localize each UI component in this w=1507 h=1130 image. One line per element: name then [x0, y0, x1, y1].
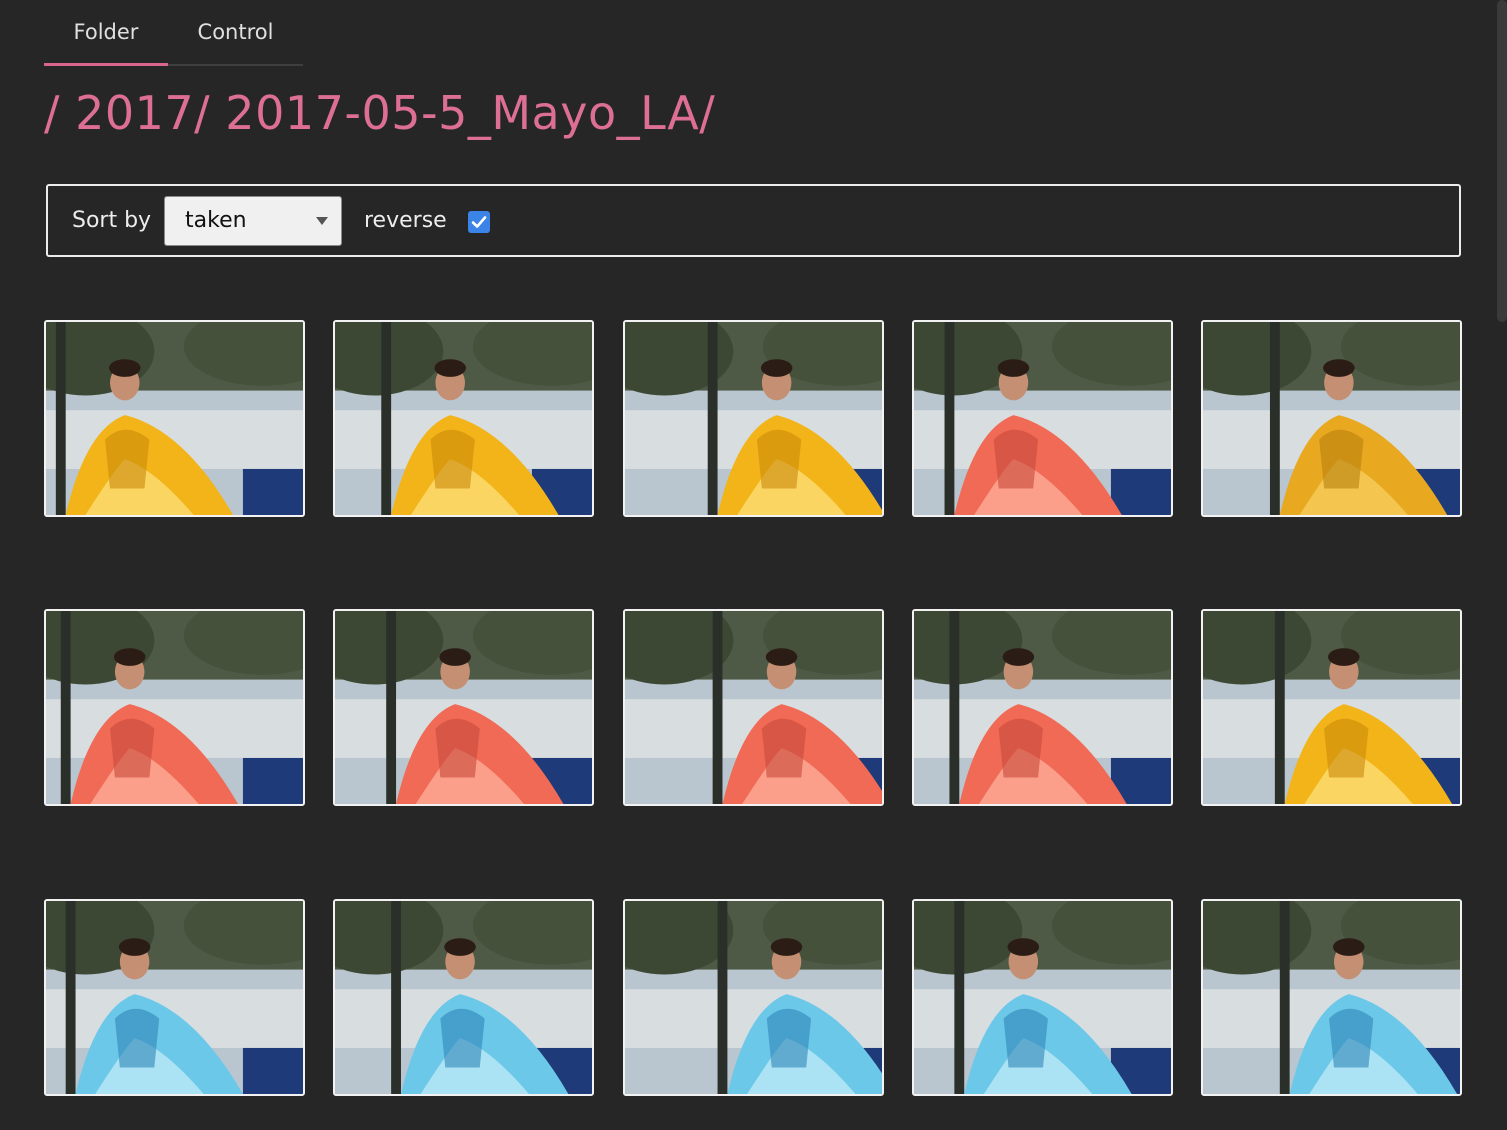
photo-thumbnail[interactable]	[333, 320, 594, 517]
photo-thumbnail[interactable]	[1201, 899, 1462, 1096]
tab-bar: Folder Control	[44, 0, 303, 66]
photo-thumbnail[interactable]	[1201, 609, 1462, 806]
tab-folder[interactable]: Folder	[44, 0, 168, 66]
reverse-checkbox[interactable]	[468, 211, 490, 233]
photo-thumbnail[interactable]	[1201, 320, 1462, 517]
photo-thumbnail[interactable]	[623, 899, 884, 1096]
tab-control[interactable]: Control	[168, 0, 303, 64]
photo-image	[46, 322, 303, 515]
sort-toolbar: Sort by taken reverse	[46, 184, 1461, 257]
photo-image	[46, 901, 303, 1094]
photo-thumbnail[interactable]	[623, 320, 884, 517]
photo-image	[335, 901, 592, 1094]
reverse-label: reverse	[364, 208, 447, 233]
photo-thumbnail[interactable]	[333, 609, 594, 806]
folder-path-breadcrumb: / 2017/ 2017-05-5_Mayo_LA/	[44, 86, 716, 140]
photo-image	[1203, 322, 1460, 515]
photo-image	[1203, 901, 1460, 1094]
photo-thumbnail[interactable]	[912, 320, 1173, 517]
sort-by-label: Sort by	[72, 208, 152, 233]
photo-thumbnail[interactable]	[623, 609, 884, 806]
scrollbar[interactable]	[1497, 0, 1507, 322]
checkmark-icon	[471, 216, 487, 228]
photo-image	[335, 322, 592, 515]
sort-select[interactable]: taken	[164, 196, 342, 246]
sort-select-value: taken	[185, 208, 247, 233]
photo-image	[914, 611, 1171, 804]
photo-image	[914, 322, 1171, 515]
photo-thumbnail[interactable]	[333, 899, 594, 1096]
chevron-down-icon	[316, 217, 328, 225]
photo-image	[625, 901, 882, 1094]
photo-image	[46, 611, 303, 804]
photo-image	[914, 901, 1171, 1094]
photo-thumbnail[interactable]	[44, 609, 305, 806]
photo-image	[1203, 611, 1460, 804]
photo-thumbnail[interactable]	[912, 899, 1173, 1096]
photo-thumbnail[interactable]	[912, 609, 1173, 806]
photo-image	[335, 611, 592, 804]
photo-image	[625, 322, 882, 515]
photo-thumbnail[interactable]	[44, 899, 305, 1096]
photo-image	[625, 611, 882, 804]
photo-thumbnail[interactable]	[44, 320, 305, 517]
